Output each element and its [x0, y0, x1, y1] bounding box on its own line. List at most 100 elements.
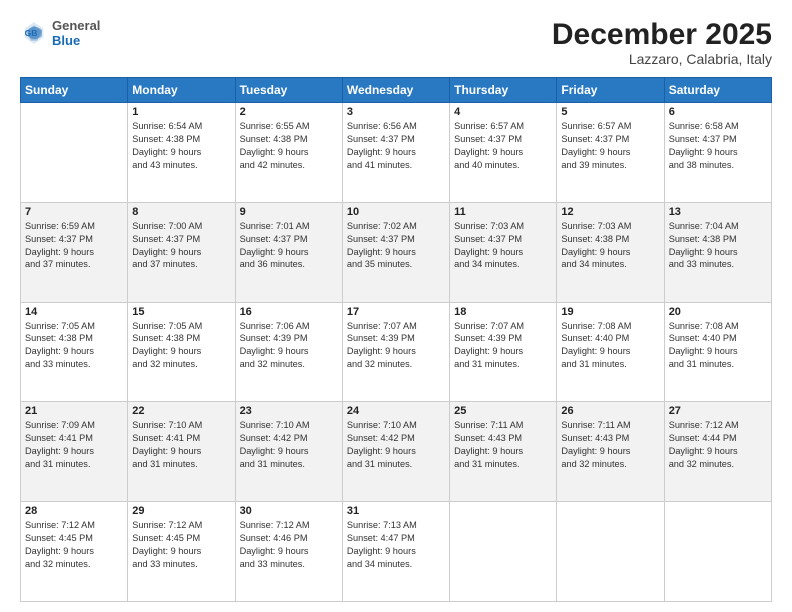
cell-details: Sunrise: 7:08 AM Sunset: 4:40 PM Dayligh…: [669, 320, 767, 372]
calendar-cell: 27 Sunrise: 7:12 AM Sunset: 4:44 PM Dayli…: [664, 402, 771, 502]
cell-details: Sunrise: 7:05 AM Sunset: 4:38 PM Dayligh…: [25, 320, 123, 372]
cell-details: Sunrise: 6:56 AM Sunset: 4:37 PM Dayligh…: [347, 120, 445, 172]
week-row-3: 14 Sunrise: 7:05 AM Sunset: 4:38 PM Dayli…: [21, 302, 772, 402]
calendar-cell: 10 Sunrise: 7:02 AM Sunset: 4:37 PM Dayli…: [342, 202, 449, 302]
day-number: 30: [240, 505, 338, 517]
cell-details: Sunrise: 7:12 AM Sunset: 4:46 PM Dayligh…: [240, 519, 338, 571]
cell-details: Sunrise: 7:03 AM Sunset: 4:37 PM Dayligh…: [454, 220, 552, 272]
calendar-cell: 11 Sunrise: 7:03 AM Sunset: 4:37 PM Dayli…: [450, 202, 557, 302]
week-row-5: 28 Sunrise: 7:12 AM Sunset: 4:45 PM Dayli…: [21, 502, 772, 602]
cell-details: Sunrise: 7:12 AM Sunset: 4:44 PM Dayligh…: [669, 419, 767, 471]
cell-details: Sunrise: 7:06 AM Sunset: 4:39 PM Dayligh…: [240, 320, 338, 372]
cell-details: Sunrise: 7:12 AM Sunset: 4:45 PM Dayligh…: [132, 519, 230, 571]
cell-details: Sunrise: 7:11 AM Sunset: 4:43 PM Dayligh…: [561, 419, 659, 471]
calendar-cell: 19Sunrise: 7:08 AM Sunset: 4:40 PM Dayli…: [557, 302, 664, 402]
calendar-cell: 3 Sunrise: 6:56 AM Sunset: 4:37 PM Daylig…: [342, 103, 449, 203]
day-number: 10: [347, 206, 445, 218]
day-number: 23: [240, 405, 338, 417]
day-number: 9: [240, 206, 338, 218]
day-number: 5: [561, 106, 659, 118]
calendar-cell: 25 Sunrise: 7:11 AM Sunset: 4:43 PM Dayli…: [450, 402, 557, 502]
cell-details: Sunrise: 7:12 AM Sunset: 4:45 PM Dayligh…: [25, 519, 123, 571]
calendar-cell: 31Sunrise: 7:13 AM Sunset: 4:47 PM Dayli…: [342, 502, 449, 602]
day-number: 6: [669, 106, 767, 118]
cell-details: Sunrise: 6:59 AM Sunset: 4:37 PM Dayligh…: [25, 220, 123, 272]
calendar-table: SundayMondayTuesdayWednesdayThursdayFrid…: [20, 77, 772, 602]
week-row-1: 1Sunrise: 6:54 AM Sunset: 4:38 PM Daylig…: [21, 103, 772, 203]
logo-text: General Blue: [52, 18, 100, 48]
cell-details: Sunrise: 7:04 AM Sunset: 4:38 PM Dayligh…: [669, 220, 767, 272]
calendar-cell: 21Sunrise: 7:09 AM Sunset: 4:41 PM Dayli…: [21, 402, 128, 502]
calendar-cell: 22Sunrise: 7:10 AM Sunset: 4:41 PM Dayli…: [128, 402, 235, 502]
logo: GB General Blue: [20, 18, 100, 48]
day-number: 27: [669, 405, 767, 417]
calendar-cell: [664, 502, 771, 602]
calendar-cell: 2 Sunrise: 6:55 AM Sunset: 4:38 PM Daylig…: [235, 103, 342, 203]
calendar-cell: 14 Sunrise: 7:05 AM Sunset: 4:38 PM Dayli…: [21, 302, 128, 402]
month-title: December 2025: [552, 18, 772, 51]
day-number: 3: [347, 106, 445, 118]
cell-details: Sunrise: 7:11 AM Sunset: 4:43 PM Dayligh…: [454, 419, 552, 471]
calendar-cell: [450, 502, 557, 602]
logo-blue-text: Blue: [52, 33, 100, 48]
cell-details: Sunrise: 7:05 AM Sunset: 4:38 PM Dayligh…: [132, 320, 230, 372]
cell-details: Sunrise: 6:57 AM Sunset: 4:37 PM Dayligh…: [454, 120, 552, 172]
title-block: December 2025 Lazzaro, Calabria, Italy: [552, 18, 772, 67]
calendar-cell: 29 Sunrise: 7:12 AM Sunset: 4:45 PM Dayli…: [128, 502, 235, 602]
logo-icon: GB: [20, 19, 48, 47]
cell-details: Sunrise: 6:55 AM Sunset: 4:38 PM Dayligh…: [240, 120, 338, 172]
day-number: 18: [454, 306, 552, 318]
cell-details: Sunrise: 7:10 AM Sunset: 4:42 PM Dayligh…: [347, 419, 445, 471]
calendar-cell: 7 Sunrise: 6:59 AM Sunset: 4:37 PM Daylig…: [21, 202, 128, 302]
calendar-cell: 8 Sunrise: 7:00 AM Sunset: 4:37 PM Daylig…: [128, 202, 235, 302]
calendar-cell: 24Sunrise: 7:10 AM Sunset: 4:42 PM Dayli…: [342, 402, 449, 502]
day-number: 20: [669, 306, 767, 318]
day-number: 25: [454, 405, 552, 417]
cell-details: Sunrise: 7:02 AM Sunset: 4:37 PM Dayligh…: [347, 220, 445, 272]
day-number: 28: [25, 505, 123, 517]
cell-details: Sunrise: 6:57 AM Sunset: 4:37 PM Dayligh…: [561, 120, 659, 172]
weekday-header-monday: Monday: [128, 78, 235, 103]
day-number: 12: [561, 206, 659, 218]
cell-details: Sunrise: 7:00 AM Sunset: 4:37 PM Dayligh…: [132, 220, 230, 272]
weekday-header-wednesday: Wednesday: [342, 78, 449, 103]
day-number: 26: [561, 405, 659, 417]
cell-details: Sunrise: 7:03 AM Sunset: 4:38 PM Dayligh…: [561, 220, 659, 272]
cell-details: Sunrise: 7:10 AM Sunset: 4:42 PM Dayligh…: [240, 419, 338, 471]
calendar-cell: 5 Sunrise: 6:57 AM Sunset: 4:37 PM Daylig…: [557, 103, 664, 203]
cell-details: Sunrise: 7:10 AM Sunset: 4:41 PM Dayligh…: [132, 419, 230, 471]
cell-details: Sunrise: 6:54 AM Sunset: 4:38 PM Dayligh…: [132, 120, 230, 172]
calendar-cell: [557, 502, 664, 602]
calendar-cell: [21, 103, 128, 203]
calendar-cell: 20 Sunrise: 7:08 AM Sunset: 4:40 PM Dayli…: [664, 302, 771, 402]
calendar-cell: 18Sunrise: 7:07 AM Sunset: 4:39 PM Dayli…: [450, 302, 557, 402]
day-number: 29: [132, 505, 230, 517]
day-number: 7: [25, 206, 123, 218]
day-number: 16: [240, 306, 338, 318]
week-row-2: 7 Sunrise: 6:59 AM Sunset: 4:37 PM Daylig…: [21, 202, 772, 302]
calendar-cell: 17Sunrise: 7:07 AM Sunset: 4:39 PM Dayli…: [342, 302, 449, 402]
location: Lazzaro, Calabria, Italy: [552, 51, 772, 67]
cell-details: Sunrise: 7:08 AM Sunset: 4:40 PM Dayligh…: [561, 320, 659, 372]
day-number: 14: [25, 306, 123, 318]
calendar-cell: 1Sunrise: 6:54 AM Sunset: 4:38 PM Daylig…: [128, 103, 235, 203]
calendar-cell: 13Sunrise: 7:04 AM Sunset: 4:38 PM Dayli…: [664, 202, 771, 302]
calendar-cell: 9 Sunrise: 7:01 AM Sunset: 4:37 PM Daylig…: [235, 202, 342, 302]
day-number: 4: [454, 106, 552, 118]
calendar-cell: 15 Sunrise: 7:05 AM Sunset: 4:38 PM Dayli…: [128, 302, 235, 402]
day-number: 11: [454, 206, 552, 218]
calendar-cell: 26 Sunrise: 7:11 AM Sunset: 4:43 PM Dayli…: [557, 402, 664, 502]
cell-details: Sunrise: 7:07 AM Sunset: 4:39 PM Dayligh…: [347, 320, 445, 372]
day-number: 2: [240, 106, 338, 118]
logo-general-text: General: [52, 18, 100, 33]
cell-details: Sunrise: 7:13 AM Sunset: 4:47 PM Dayligh…: [347, 519, 445, 571]
calendar-cell: 28 Sunrise: 7:12 AM Sunset: 4:45 PM Dayli…: [21, 502, 128, 602]
header: GB General Blue December 2025 Lazzaro, C…: [20, 18, 772, 67]
calendar-cell: 4 Sunrise: 6:57 AM Sunset: 4:37 PM Daylig…: [450, 103, 557, 203]
cell-details: Sunrise: 7:01 AM Sunset: 4:37 PM Dayligh…: [240, 220, 338, 272]
day-number: 15: [132, 306, 230, 318]
svg-text:GB: GB: [25, 28, 38, 38]
page: GB General Blue December 2025 Lazzaro, C…: [0, 0, 792, 612]
weekday-header-row: SundayMondayTuesdayWednesdayThursdayFrid…: [21, 78, 772, 103]
day-number: 8: [132, 206, 230, 218]
